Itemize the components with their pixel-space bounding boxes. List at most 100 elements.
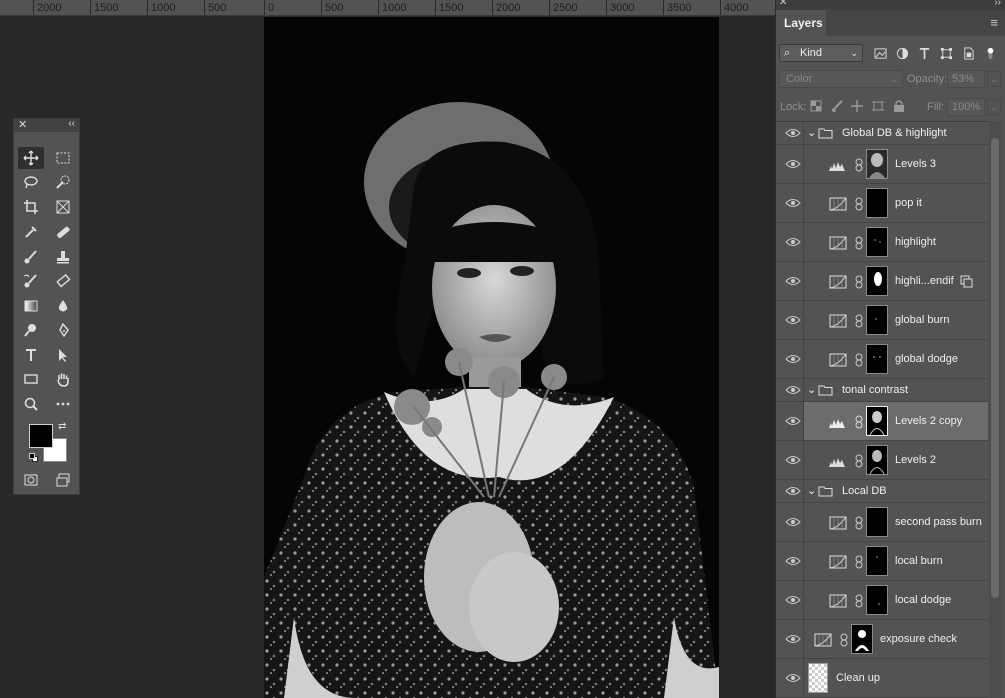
mask-link-icon[interactable] — [855, 236, 863, 250]
lasso-tool[interactable] — [18, 171, 44, 193]
visibility-toggle[interactable] — [776, 402, 804, 440]
mask-link-icon[interactable] — [855, 516, 863, 530]
default-colors-icon[interactable] — [29, 453, 38, 462]
chevron-down-icon[interactable]: ⌄ — [807, 126, 816, 139]
layer-mask-thumbnail[interactable] — [866, 445, 888, 475]
brush-tool[interactable] — [18, 246, 44, 268]
visibility-toggle[interactable] — [776, 262, 804, 300]
chevron-down-icon[interactable]: ⌄ — [987, 71, 1001, 87]
layer-row[interactable]: global dodge — [776, 340, 988, 379]
chevron-down-icon[interactable]: ⌄ — [807, 383, 816, 396]
layers-scrollbar-thumb[interactable] — [991, 138, 999, 598]
document-canvas[interactable] — [264, 17, 719, 698]
mask-link-icon[interactable] — [855, 454, 863, 468]
layer-thumbnail-transparent[interactable] — [808, 663, 828, 693]
zoom-tool[interactable] — [18, 393, 44, 415]
healing-brush-tool[interactable] — [50, 221, 76, 243]
path-selection-tool[interactable] — [50, 344, 76, 366]
layer-mask-thumbnail[interactable] — [866, 507, 888, 537]
layer-row[interactable]: Levels 2 — [776, 441, 988, 480]
history-brush-tool[interactable] — [18, 270, 44, 292]
visibility-toggle[interactable] — [776, 340, 804, 378]
pen-tool[interactable] — [50, 319, 76, 341]
panel-menu-icon[interactable]: ≡ — [990, 15, 998, 30]
screen-mode-button[interactable] — [50, 469, 76, 491]
layer-row[interactable]: local burn — [776, 542, 988, 581]
dodge-tool[interactable] — [18, 319, 44, 341]
layer-row[interactable]: pop it — [776, 184, 988, 223]
visibility-toggle[interactable] — [776, 581, 804, 619]
type-tool[interactable] — [18, 344, 44, 366]
layer-row[interactable]: second pass burn — [776, 503, 988, 542]
visibility-toggle[interactable] — [776, 620, 804, 658]
mask-link-icon[interactable] — [855, 197, 863, 211]
blend-if-icon[interactable] — [960, 275, 973, 288]
mask-link-icon[interactable] — [855, 353, 863, 367]
swap-colors-icon[interactable]: ⇄ — [58, 421, 66, 432]
layer-mask-thumbnail[interactable] — [866, 149, 888, 179]
visibility-toggle[interactable] — [776, 122, 804, 144]
visibility-toggle[interactable] — [776, 184, 804, 222]
quick-mask-button[interactable] — [18, 469, 44, 491]
layer-row[interactable]: highli...endif — [776, 262, 988, 301]
rectangle-tool[interactable] — [18, 368, 44, 390]
close-icon[interactable]: ✕ — [18, 118, 27, 131]
tab-layers[interactable]: Layers — [776, 10, 826, 36]
more-tools[interactable] — [50, 393, 76, 415]
collapse-icon[interactable]: ›› — [994, 0, 1001, 8]
lock-position-icon[interactable] — [850, 99, 864, 113]
lock-image-pixels-icon[interactable] — [830, 99, 844, 113]
layer-row[interactable]: exposure check — [776, 620, 988, 659]
filter-pixel-icon[interactable] — [872, 45, 888, 61]
layer-row[interactable]: Levels 3 — [776, 145, 988, 184]
layer-group-row[interactable]: ⌄ tonal contrast — [776, 379, 988, 402]
filter-toggle-icon[interactable] — [982, 45, 998, 61]
layer-mask-thumbnail[interactable] — [866, 266, 888, 296]
clone-stamp-tool[interactable] — [50, 246, 76, 268]
mask-link-icon[interactable] — [855, 594, 863, 608]
chevron-down-icon[interactable]: ⌄ — [987, 99, 1001, 115]
eyedropper-tool[interactable] — [18, 221, 44, 243]
foreground-color-swatch[interactable] — [29, 424, 53, 448]
visibility-toggle[interactable] — [776, 145, 804, 183]
layer-row[interactable]: global burn — [776, 301, 988, 340]
visibility-toggle[interactable] — [776, 379, 804, 401]
mask-link-icon[interactable] — [840, 633, 848, 647]
layer-mask-thumbnail[interactable] — [851, 624, 873, 654]
hand-tool[interactable] — [50, 368, 76, 390]
layer-group-row[interactable]: ⌄ Global DB & highlight — [776, 122, 988, 145]
tools-panel-header[interactable]: ✕ ‹‹ — [14, 118, 79, 132]
layer-row[interactable]: Clean up — [776, 659, 988, 698]
blend-mode-select[interactable]: Color ⌄ — [779, 70, 903, 88]
layer-mask-thumbnail[interactable] — [866, 585, 888, 615]
fill-input[interactable]: 100% — [947, 98, 985, 116]
eraser-tool[interactable] — [50, 270, 76, 292]
collapse-icon[interactable]: ‹‹ — [68, 118, 75, 129]
frame-tool[interactable] — [50, 196, 76, 218]
layer-mask-thumbnail[interactable] — [866, 406, 888, 436]
visibility-toggle[interactable] — [776, 480, 804, 502]
lock-transparent-pixels-icon[interactable] — [809, 99, 823, 113]
mask-link-icon[interactable] — [855, 415, 863, 429]
gradient-tool[interactable] — [18, 295, 44, 317]
layer-row[interactable]: highlight — [776, 223, 988, 262]
layer-mask-thumbnail[interactable] — [866, 344, 888, 374]
horizontal-ruler[interactable]: 2000 1500 1000 500 0 500 1000 1500 2000 … — [0, 0, 775, 16]
mask-link-icon[interactable] — [855, 314, 863, 328]
layer-mask-thumbnail[interactable] — [866, 188, 888, 218]
layer-mask-thumbnail[interactable] — [866, 546, 888, 576]
move-tool[interactable] — [18, 147, 44, 169]
layer-row[interactable]: local dodge — [776, 581, 988, 620]
visibility-toggle[interactable] — [776, 301, 804, 339]
layer-mask-thumbnail[interactable] — [866, 227, 888, 257]
panel-dock-header[interactable]: ✕ ›› — [776, 0, 1005, 10]
filter-type-icon[interactable] — [916, 45, 932, 61]
close-icon[interactable]: ✕ — [779, 0, 787, 8]
mask-link-icon[interactable] — [855, 158, 863, 172]
visibility-toggle[interactable] — [776, 503, 804, 541]
layer-row-selected[interactable]: Levels 2 copy — [776, 402, 988, 441]
visibility-toggle[interactable] — [776, 223, 804, 261]
quick-selection-tool[interactable] — [50, 171, 76, 193]
visibility-toggle[interactable] — [776, 542, 804, 580]
filter-smart-object-icon[interactable] — [960, 45, 976, 61]
